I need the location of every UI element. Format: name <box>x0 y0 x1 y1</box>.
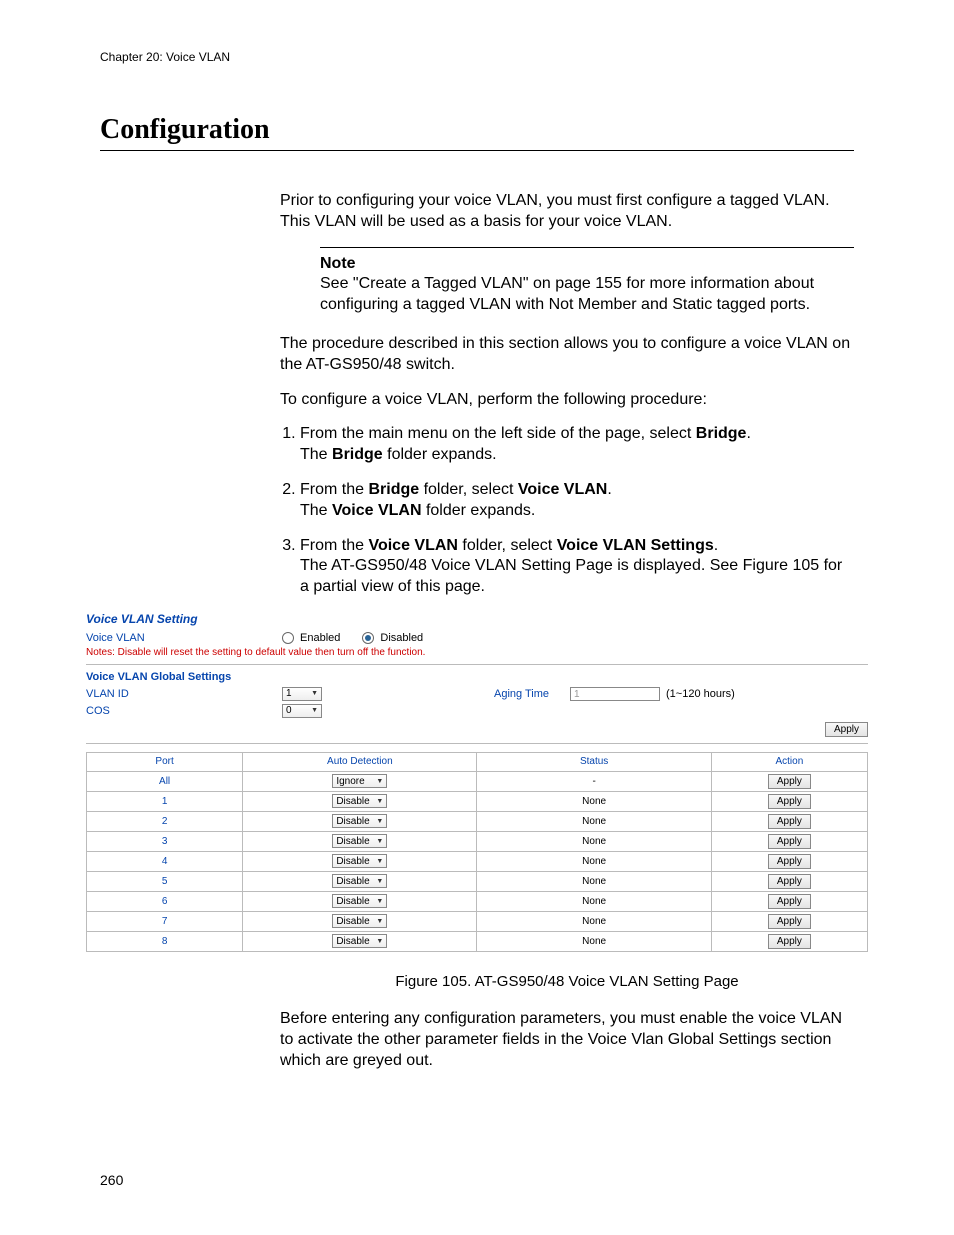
closing-paragraph: Before entering any configuration parame… <box>280 1009 854 1071</box>
apply-button[interactable]: Apply <box>768 894 811 909</box>
page-number: 260 <box>100 1172 854 1188</box>
auto-detect-select[interactable]: Disable▼ <box>332 834 387 848</box>
port-cell: 5 <box>87 871 243 891</box>
chevron-down-icon: ▼ <box>311 690 318 697</box>
chevron-down-icon: ▼ <box>311 707 318 714</box>
status-cell: None <box>477 831 711 851</box>
global-settings-title: Voice VLAN Global Settings <box>86 671 868 683</box>
apply-button[interactable]: Apply <box>768 874 811 889</box>
apply-button[interactable]: Apply <box>768 834 811 849</box>
auto-detect-select[interactable]: Disable▼ <box>332 914 387 928</box>
auto-detect-select[interactable]: Disable▼ <box>332 894 387 908</box>
auto-detect-select[interactable]: Ignore▼ <box>332 774 387 788</box>
auto-detect-select[interactable]: Disable▼ <box>332 794 387 808</box>
status-cell: None <box>477 851 711 871</box>
chevron-down-icon: ▼ <box>376 938 383 945</box>
table-row: 4 Disable▼ None Apply <box>87 851 868 871</box>
apply-button[interactable]: Apply <box>825 722 868 737</box>
status-cell: None <box>477 911 711 931</box>
col-port: Port <box>87 752 243 771</box>
table-row: All Ignore▼ - Apply <box>87 771 868 791</box>
cos-label: COS <box>86 705 276 717</box>
table-row: 1 Disable▼ None Apply <box>87 791 868 811</box>
status-cell: None <box>477 931 711 951</box>
table-row: 7 Disable▼ None Apply <box>87 911 868 931</box>
paragraph: To configure a voice VLAN, perform the f… <box>280 390 854 411</box>
intro-paragraph: Prior to configuring your voice VLAN, yo… <box>280 191 854 233</box>
status-cell: None <box>477 811 711 831</box>
chevron-down-icon: ▼ <box>376 818 383 825</box>
warning-note: Notes: Disable will reset the setting to… <box>86 647 868 658</box>
apply-button[interactable]: Apply <box>768 814 811 829</box>
table-row: 5 Disable▼ None Apply <box>87 871 868 891</box>
radio-disabled-label: Disabled <box>380 632 423 644</box>
step-2: From the Bridge folder, select Voice VLA… <box>300 480 854 522</box>
table-row: 2 Disable▼ None Apply <box>87 811 868 831</box>
chevron-down-icon: ▼ <box>376 858 383 865</box>
apply-button[interactable]: Apply <box>768 774 811 789</box>
table-row: 3 Disable▼ None Apply <box>87 831 868 851</box>
radio-enabled-label: Enabled <box>300 632 340 644</box>
vlan-id-label: VLAN ID <box>86 688 276 700</box>
port-cell: 8 <box>87 931 243 951</box>
port-cell: 3 <box>87 831 243 851</box>
status-cell: None <box>477 891 711 911</box>
auto-detect-select[interactable]: Disable▼ <box>332 814 387 828</box>
table-row: 8 Disable▼ None Apply <box>87 931 868 951</box>
paragraph: The procedure described in this section … <box>280 334 854 376</box>
vlan-id-select[interactable]: 1▼ <box>282 687 322 701</box>
apply-button[interactable]: Apply <box>768 934 811 949</box>
chevron-down-icon: ▼ <box>376 878 383 885</box>
status-cell: None <box>477 871 711 891</box>
auto-detect-select[interactable]: Disable▼ <box>332 874 387 888</box>
port-cell: 4 <box>87 851 243 871</box>
col-action: Action <box>711 752 867 771</box>
apply-button[interactable]: Apply <box>768 914 811 929</box>
status-cell: None <box>477 791 711 811</box>
port-cell: 2 <box>87 811 243 831</box>
figure-caption: Figure 105. AT-GS950/48 Voice VLAN Setti… <box>280 972 854 992</box>
ui-section-title: Voice VLAN Setting <box>86 612 868 626</box>
step-1: From the main menu on the left side of t… <box>300 424 854 466</box>
note-body: See "Create a Tagged VLAN" on page 155 f… <box>320 274 854 316</box>
note-title: Note <box>320 254 854 275</box>
page-title: Configuration <box>100 114 854 151</box>
col-status: Status <box>477 752 711 771</box>
voice-vlan-label: Voice VLAN <box>86 632 276 644</box>
apply-button[interactable]: Apply <box>768 794 811 809</box>
port-cell: 6 <box>87 891 243 911</box>
port-cell: 7 <box>87 911 243 931</box>
chevron-down-icon: ▼ <box>376 898 383 905</box>
port-cell: All <box>87 771 243 791</box>
port-table: Port Auto Detection Status Action All Ign… <box>86 752 868 952</box>
radio-disabled[interactable] <box>362 632 374 644</box>
aging-input[interactable]: 1 <box>570 687 660 701</box>
col-auto: Auto Detection <box>243 752 477 771</box>
auto-detect-select[interactable]: Disable▼ <box>332 934 387 948</box>
cos-select[interactable]: 0▼ <box>282 704 322 718</box>
chevron-down-icon: ▼ <box>376 798 383 805</box>
table-row: 6 Disable▼ None Apply <box>87 891 868 911</box>
status-cell: - <box>477 771 711 791</box>
apply-button[interactable]: Apply <box>768 854 811 869</box>
port-cell: 1 <box>87 791 243 811</box>
aging-label: Aging Time <box>494 688 564 700</box>
note-block: Note See "Create a Tagged VLAN" on page … <box>320 247 854 316</box>
step-3: From the Voice VLAN folder, select Voice… <box>300 536 854 598</box>
aging-hint: (1~120 hours) <box>666 688 735 700</box>
chevron-down-icon: ▼ <box>376 838 383 845</box>
chapter-header: Chapter 20: Voice VLAN <box>100 50 854 64</box>
chevron-down-icon: ▼ <box>376 918 383 925</box>
chevron-down-icon: ▼ <box>376 778 383 785</box>
auto-detect-select[interactable]: Disable▼ <box>332 854 387 868</box>
ui-screenshot: Voice VLAN Setting Voice VLAN Enabled Di… <box>86 612 868 952</box>
radio-enabled[interactable] <box>282 632 294 644</box>
